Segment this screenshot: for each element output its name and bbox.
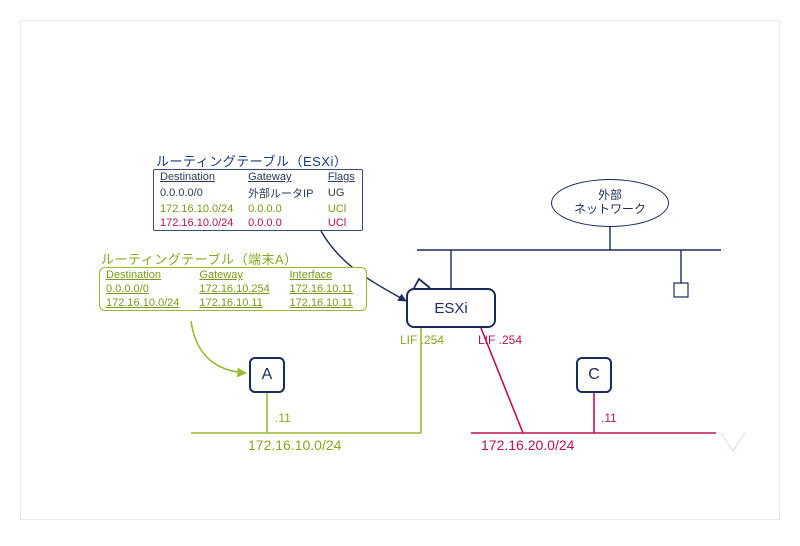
host-c-ip-label: .11 bbox=[601, 411, 617, 425]
rt-a-r1c2: 172.16.10.11 bbox=[283, 296, 366, 310]
esxi-node-label: ESXi bbox=[434, 300, 467, 317]
rt-esxi-h0: Destination bbox=[154, 170, 242, 184]
routing-table-host-a-title: ルーティングテーブル（端末A） bbox=[101, 249, 298, 268]
host-a-ip-label: .11 bbox=[275, 411, 291, 425]
rt-a-r0c0: 0.0.0.0/0 bbox=[100, 282, 193, 296]
rt-a-h0: Destination bbox=[100, 268, 193, 282]
routing-table-esxi: Destination Gateway Flags 0.0.0.0/0 外部ルー… bbox=[153, 169, 363, 231]
rt-a-h1: Gateway bbox=[193, 268, 283, 282]
rt-esxi-r2c1: 0.0.0.0 bbox=[242, 216, 322, 230]
host-a-label: A bbox=[262, 366, 273, 384]
rt-esxi-r1c2: UCl bbox=[322, 202, 362, 216]
routing-table-esxi-title: ルーティングテーブル（ESXi） bbox=[156, 151, 347, 170]
rt-esxi-r0c0: 0.0.0.0/0 bbox=[154, 184, 242, 202]
rt-a-h2: Interface bbox=[283, 268, 366, 282]
rt-a-r1c1: 172.16.10.11 bbox=[193, 296, 283, 310]
host-a-node: A bbox=[249, 357, 285, 393]
rt-esxi-h1: Gateway bbox=[242, 170, 322, 184]
external-network-l1: 外部 bbox=[598, 189, 622, 203]
subnet-red-label: 172.16.20.0/24 bbox=[481, 437, 574, 453]
rt-a-r0c1: 172.16.10.254 bbox=[193, 282, 283, 296]
diagram-canvas: ルーティングテーブル（ESXi） Destination Gateway Fla… bbox=[20, 20, 780, 520]
rt-esxi-r2c0: 172.16.10.0/24 bbox=[154, 216, 242, 230]
rt-esxi-h2: Flags bbox=[322, 170, 362, 184]
host-c-label: C bbox=[588, 366, 600, 384]
rt-esxi-r0c2: UG bbox=[322, 184, 362, 202]
rt-a-r1c0: 172.16.10.0/24 bbox=[100, 296, 193, 310]
external-network-l2: ネットワーク bbox=[574, 203, 646, 217]
lif-green-label: LIF .254 bbox=[400, 333, 444, 347]
subnet-green-label: 172.16.10.0/24 bbox=[248, 437, 341, 453]
rt-esxi-r0c1: 外部ルータIP bbox=[242, 184, 322, 202]
esxi-node: ESXi bbox=[406, 288, 496, 328]
rt-esxi-r2c2: UCl bbox=[322, 216, 362, 230]
rt-esxi-r1c1: 0.0.0.0 bbox=[242, 202, 322, 216]
external-network-node: 外部 ネットワーク bbox=[551, 179, 669, 227]
rt-a-r0c2: 172.16.10.11 bbox=[283, 282, 366, 296]
routing-table-host-a: Destination Gateway Interface 0.0.0.0/0 … bbox=[99, 267, 367, 311]
lif-red-label: LIF .254 bbox=[478, 333, 522, 347]
rt-esxi-r1c0: 172.16.10.0/24 bbox=[154, 202, 242, 216]
host-c-node: C bbox=[576, 357, 612, 393]
